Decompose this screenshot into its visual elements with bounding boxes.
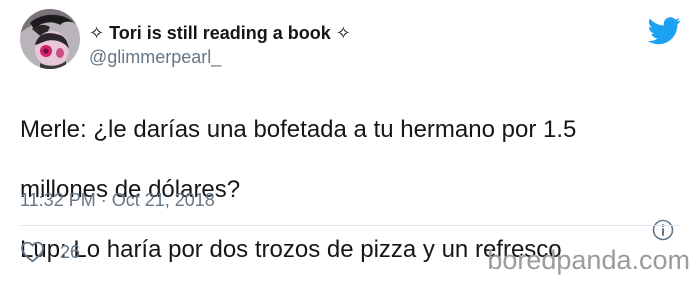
watermark: boredpanda.com [487, 245, 690, 275]
twitter-bird-icon[interactable] [647, 17, 681, 45]
info-icon[interactable] [652, 219, 674, 241]
heart-icon [21, 241, 44, 263]
avatar-illustration [20, 9, 80, 69]
tweet-text-line: Merle: ¿le darías una bofetada a tu herm… [20, 116, 577, 143]
like-count: 26 [60, 241, 81, 262]
avatar[interactable] [20, 9, 80, 69]
username-handle[interactable]: @glimmerpearl_ [89, 47, 221, 68]
like-button[interactable]: 26 [20, 238, 80, 266]
display-name[interactable]: ✧ Tori is still reading a book ✧ [89, 23, 351, 44]
tweet-timestamp[interactable]: 11:32 PM · Oct 21, 2018 [20, 190, 215, 211]
divider [20, 225, 680, 226]
